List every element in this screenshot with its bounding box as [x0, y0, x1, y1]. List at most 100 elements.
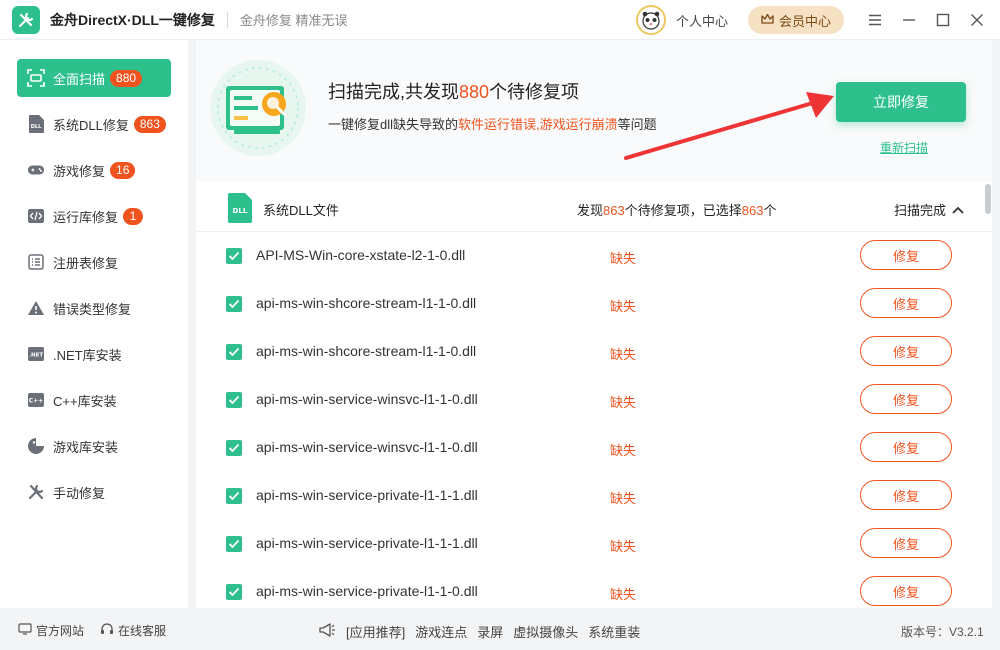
- sidebar-item-runtime[interactable]: 运行库修复 1: [17, 197, 171, 235]
- count-badge: 1: [123, 207, 144, 225]
- file-name: API-MS-Win-core-xstate-l2-1-0.dll: [256, 247, 466, 263]
- sidebar-item-dotnet[interactable]: .NET .NET库安装: [17, 335, 171, 373]
- check-icon: [228, 587, 240, 597]
- close-icon[interactable]: [966, 9, 988, 31]
- vip-center-button[interactable]: 会员中心: [748, 6, 844, 34]
- check-icon: [228, 395, 240, 405]
- row-checkbox[interactable]: [226, 296, 242, 312]
- user-center-link[interactable]: 个人中心: [676, 11, 728, 30]
- group-title: 系统DLL文件: [263, 203, 339, 218]
- file-status: 缺失: [610, 299, 637, 314]
- scan-result-title: 扫描完成,共发现880个待修复项: [328, 78, 579, 104]
- table-row: api-ms-win-shcore-stream-l1-1-0.dll 缺失 修复: [196, 328, 992, 376]
- repair-button[interactable]: 修复: [860, 240, 952, 270]
- version-label: 版本号：V3.2.1: [901, 625, 984, 639]
- row-checkbox[interactable]: [226, 392, 242, 408]
- registry-icon: [27, 253, 45, 271]
- repair-button[interactable]: 修复: [860, 432, 952, 462]
- crown-icon: [761, 13, 774, 28]
- repair-button[interactable]: 修复: [860, 576, 952, 606]
- app-title: 金舟DirectX·DLL一键修复: [50, 11, 215, 28]
- dll-file-list: API-MS-Win-core-xstate-l2-1-0.dll 缺失 修复 api…: [196, 232, 992, 608]
- table-row: api-ms-win-service-winsvc-l1-1-0.dll 缺失 修复: [196, 424, 992, 472]
- rescan-link[interactable]: 重新扫描: [880, 139, 928, 156]
- scrollbar-thumb[interactable]: [985, 184, 991, 214]
- sidebar-item-label: 游戏库安装: [53, 439, 119, 455]
- scan-icon: [27, 69, 45, 87]
- scan-result-suffix: 个待修复项: [489, 82, 580, 102]
- table-row: API-MS-Win-core-xstate-l2-1-0.dll 缺失 修复: [196, 232, 992, 280]
- footer-link[interactable]: 虚拟摄像头: [513, 622, 578, 641]
- sidebar-item-gamepad[interactable]: 游戏修复 16: [17, 151, 171, 189]
- footer-link[interactable]: 游戏连点: [415, 622, 467, 641]
- group-status-label: 扫描完成: [894, 203, 947, 218]
- sidebar-item-label: 全面扫描: [53, 71, 106, 87]
- sidebar: 全面扫描 880 DLL 系统DLL修复 863 游戏修复 16 运行库修复 1 注册表修复错误类…: [0, 40, 188, 608]
- sidebar-item-tools[interactable]: 手动修复: [17, 473, 171, 511]
- sidebar-item-registry[interactable]: 注册表修复: [17, 243, 171, 281]
- file-name: api-ms-win-service-private-l1-1-0.dll: [256, 583, 478, 599]
- table-row: api-ms-win-service-winsvc-l1-1-0.dll 缺失 修复: [196, 376, 992, 424]
- row-checkbox[interactable]: [226, 344, 242, 360]
- sidebar-item-dll[interactable]: DLL 系统DLL修复 863: [17, 105, 171, 143]
- maximize-icon[interactable]: [932, 9, 954, 31]
- sidebar-item-cpp[interactable]: C++ C++库安装: [17, 381, 171, 419]
- file-name: api-ms-win-service-private-l1-1-1.dll: [256, 487, 478, 503]
- app-recommend-label: [应用推荐]: [346, 625, 406, 640]
- file-name: api-ms-win-service-winsvc-l1-1-0.dll: [256, 391, 478, 407]
- footer-link[interactable]: 系统重装: [588, 622, 640, 641]
- group-status[interactable]: 扫描完成: [894, 200, 964, 219]
- file-status: 缺失: [610, 251, 637, 266]
- selected-count: 863: [741, 203, 764, 218]
- found-suffix: 个: [763, 203, 777, 218]
- file-status: 缺失: [610, 539, 637, 554]
- sidebar-item-game-lib[interactable]: 游戏库安装: [17, 427, 171, 465]
- runtime-icon: [27, 207, 45, 225]
- tools-icon: [27, 483, 45, 501]
- title-bar: 金舟DirectX·DLL一键修复 金舟修复 精准无误 个人中心 会员中心: [0, 0, 1000, 40]
- main-panel: 扫描完成,共发现880个待修复项 一键修复dll缺失导致的软件运行错误,游戏运行…: [196, 40, 992, 608]
- scan-result-description: 一键修复dll缺失导致的软件运行错误,游戏运行崩溃等问题: [328, 114, 657, 133]
- menu-icon[interactable]: [864, 9, 886, 31]
- sidebar-item-label: 系统DLL修复: [53, 117, 129, 133]
- dll-group-header[interactable]: DLL 系统DLL文件 发现863个待修复项，已选择863个 扫描完成: [196, 184, 992, 232]
- user-avatar[interactable]: [635, 5, 666, 35]
- row-checkbox[interactable]: [226, 584, 242, 600]
- monitor-icon: [18, 623, 32, 638]
- sidebar-item-scan[interactable]: 全面扫描 880: [17, 59, 171, 97]
- repair-button[interactable]: 修复: [860, 480, 952, 510]
- repair-button[interactable]: 修复: [860, 528, 952, 558]
- repair-button[interactable]: 修复: [860, 336, 952, 366]
- chevron-up-icon: [952, 202, 964, 217]
- table-row: api-ms-win-service-private-l1-1-1.dll 缺失 修…: [196, 520, 992, 568]
- repair-button[interactable]: 修复: [860, 384, 952, 414]
- title-divider: [226, 11, 228, 28]
- svg-text:C++: C++: [29, 398, 43, 405]
- repair-button[interactable]: 修复: [860, 288, 952, 318]
- desc-suffix: 等问题: [617, 117, 657, 132]
- svg-text:DLL: DLL: [31, 124, 42, 130]
- fix-now-button[interactable]: 立即修复: [836, 82, 966, 122]
- footer-link[interactable]: 录屏: [477, 622, 503, 641]
- file-status: 缺失: [610, 443, 637, 458]
- file-name: api-ms-win-shcore-stream-l1-1-0.dll: [256, 295, 477, 311]
- check-icon: [228, 443, 240, 453]
- app-slogan: 金舟修复 精准无误: [239, 13, 348, 28]
- scrollbar[interactable]: [985, 184, 991, 604]
- row-checkbox[interactable]: [226, 248, 242, 264]
- scan-illustration-icon: [210, 60, 306, 156]
- file-name: api-ms-win-service-winsvc-l1-1-0.dll: [256, 439, 478, 455]
- minimize-icon[interactable]: [898, 9, 920, 31]
- row-checkbox[interactable]: [226, 488, 242, 504]
- file-status: 缺失: [610, 395, 637, 410]
- row-checkbox[interactable]: [226, 536, 242, 552]
- warning-icon: [27, 299, 45, 317]
- sidebar-item-warning[interactable]: 错误类型修复: [17, 289, 171, 327]
- online-support-link[interactable]: 在线客服: [100, 622, 166, 639]
- sidebar-item-label: 游戏修复: [53, 163, 106, 179]
- count-badge: 863: [133, 115, 166, 133]
- official-website-link[interactable]: 官方网站: [18, 622, 84, 639]
- row-checkbox[interactable]: [226, 440, 242, 456]
- megaphone-icon: [318, 623, 336, 640]
- sidebar-item-label: 运行库修复: [53, 209, 119, 225]
